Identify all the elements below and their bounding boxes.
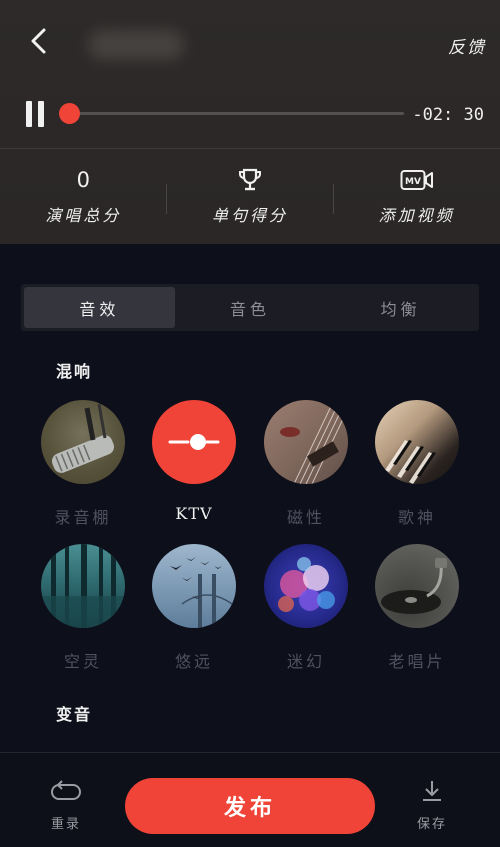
bridge-birds-image: [152, 544, 236, 628]
player-panel: 反馈 -02: 30 0 演唱总分 单句得分 MV 添加视频: [0, 0, 500, 244]
bokeh-image: [264, 544, 348, 628]
stat-separator: [333, 184, 334, 214]
tab-timbre[interactable]: 音色: [175, 287, 326, 328]
forest-image: [41, 544, 125, 628]
remaining-time: -02: 30: [412, 105, 484, 125]
retake-icon: [51, 780, 81, 800]
reverb-item-label: 歌神: [397, 508, 436, 527]
save-label: 保存: [416, 817, 447, 832]
svg-text:MV: MV: [405, 177, 421, 187]
reverb-section-title: 混响: [56, 362, 93, 381]
effect-tabs: 音效 音色 均衡: [21, 284, 479, 331]
reverb-item-ethereal[interactable]: 空灵: [33, 544, 133, 672]
sentence-score-item[interactable]: 单句得分: [167, 149, 334, 244]
progress-slider[interactable]: [58, 103, 404, 124]
reverb-item-label: 老唱片: [388, 652, 446, 671]
tab-sound-effect[interactable]: 音效: [24, 287, 175, 328]
total-score-label: 演唱总分: [45, 206, 122, 225]
reverb-item-distant[interactable]: 悠远: [144, 544, 244, 672]
reverb-item-label: 悠远: [174, 652, 213, 671]
reverb-item-label: 空灵: [63, 652, 102, 671]
retake-button[interactable]: 重录: [46, 779, 86, 832]
microphone-image: [41, 400, 125, 484]
reverb-item-old-record[interactable]: 老唱片: [367, 544, 467, 672]
reverb-item-label: 磁性: [286, 508, 325, 527]
add-video-label: 添加视频: [378, 206, 455, 225]
ktv-slider-icon: [152, 400, 236, 484]
stat-separator: [166, 184, 167, 214]
mv-camera-icon: MV: [400, 170, 433, 190]
reverb-item-song-god[interactable]: 歌神: [367, 400, 467, 528]
guitar-image: [264, 400, 348, 484]
reverb-item-label: 迷幻: [286, 652, 325, 671]
back-arrow-icon[interactable]: [24, 26, 54, 56]
feedback-link[interactable]: 反馈: [448, 33, 486, 58]
publish-button[interactable]: 发布: [125, 778, 375, 834]
reverb-item-label: KTV: [175, 504, 213, 523]
voice-change-section-title: 变音: [56, 705, 93, 724]
pause-icon[interactable]: [26, 101, 46, 127]
piano-image: [375, 400, 459, 484]
reverb-item-psychedelic[interactable]: 迷幻: [256, 544, 356, 672]
download-icon: [423, 781, 441, 801]
reverb-item-magnetic[interactable]: 磁性: [256, 400, 356, 528]
total-score-item[interactable]: 0 演唱总分: [0, 149, 167, 244]
progress-thumb[interactable]: [58, 103, 80, 124]
trophy-icon: [238, 168, 262, 191]
reverb-item-ktv[interactable]: KTV: [144, 400, 244, 523]
sentence-score-label: 单句得分: [212, 206, 289, 225]
tab-equalizer[interactable]: 均衡: [325, 287, 476, 328]
reverb-item-label: 录音棚: [54, 508, 112, 527]
total-score-value: 0: [76, 168, 91, 192]
song-title-blurred: [88, 30, 184, 60]
record-player-image: [375, 544, 459, 628]
retake-label: 重录: [50, 817, 81, 832]
score-stats: 0 演唱总分 单句得分 MV 添加视频: [0, 149, 500, 244]
save-button[interactable]: 保存: [412, 779, 452, 832]
add-video-item[interactable]: MV 添加视频: [333, 149, 500, 244]
reverb-item-studio[interactable]: 录音棚: [33, 400, 133, 528]
bottom-action-bar: 重录 发布 保存: [0, 752, 500, 847]
